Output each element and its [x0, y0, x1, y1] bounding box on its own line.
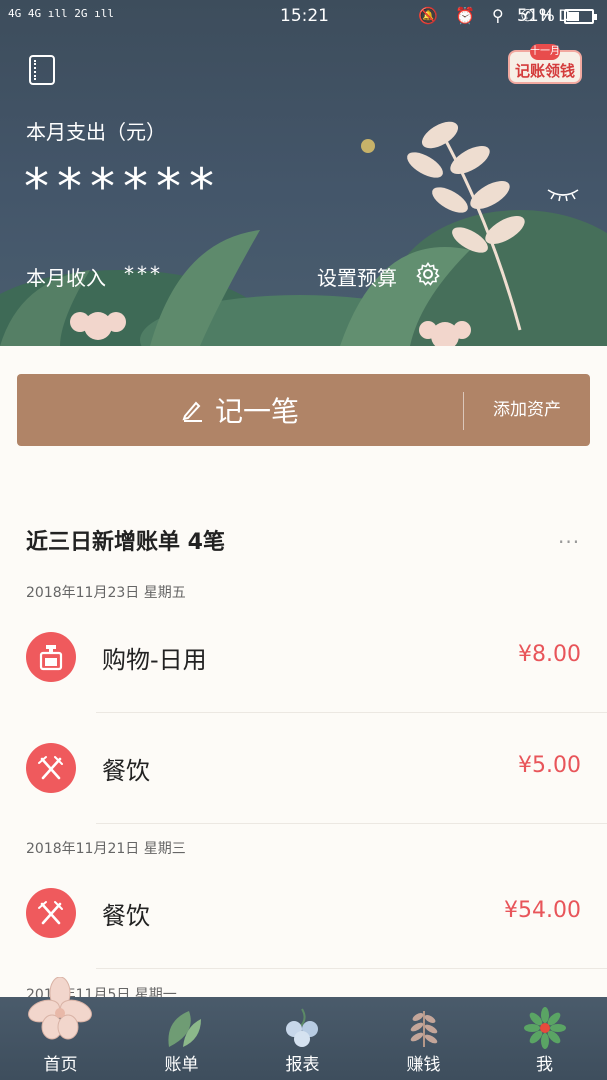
- promo-badge-label: 记账领钱: [514, 62, 575, 80]
- flower-icon: [28, 977, 92, 1040]
- bill-amount: ¥8.00: [518, 642, 581, 667]
- tab-label: 账单: [164, 1055, 199, 1075]
- record-entry-label: 记一笔: [214, 395, 299, 428]
- bill-row[interactable]: 餐饮 ¥5.00: [0, 713, 607, 824]
- status-bar: 4G 4G ıll 2G ıll 15:21 🔕 ⏰ ⚲ ✆HD 51%: [0, 0, 607, 34]
- month-income-value: ***: [124, 262, 163, 286]
- battery-icon: [564, 9, 597, 24]
- shopping-bottle-icon: [26, 632, 76, 682]
- tab-label: 赚钱: [406, 1055, 441, 1075]
- header: 4G 4G ıll 2G ıll 15:21 🔕 ⏰ ⚲ ✆HD 51% 十一月…: [0, 0, 607, 346]
- bill-amount: ¥5.00: [518, 753, 581, 778]
- more-icon[interactable]: ···: [558, 530, 580, 554]
- battery-fill: [567, 12, 579, 21]
- bill-row[interactable]: 购物-日用 ¥8.00: [0, 602, 607, 713]
- eye-closed-icon[interactable]: [546, 186, 580, 202]
- date-label: 2018年11月23日 星期五: [26, 585, 186, 601]
- recent-bills-title: 近三日新增账单 4笔: [26, 530, 225, 555]
- fork-knife-icon: [26, 743, 76, 793]
- bill-category: 餐饮: [102, 902, 150, 930]
- month-expense-value[interactable]: ******: [24, 162, 222, 212]
- tab-reports[interactable]: 报表: [242, 997, 363, 1080]
- add-asset-button[interactable]: 添加资产: [464, 374, 590, 446]
- tab-home[interactable]: 首页: [0, 977, 121, 1080]
- divider: [96, 823, 607, 824]
- month-income-label: 本月收入: [26, 266, 106, 290]
- notebook-icon[interactable]: [29, 55, 55, 85]
- record-bar: 记一笔 添加资产: [17, 374, 590, 446]
- tab-label: 我: [536, 1055, 553, 1075]
- pencil-icon: [182, 401, 202, 422]
- tab-me[interactable]: 我: [484, 997, 605, 1080]
- bill-category: 餐饮: [102, 757, 150, 785]
- network-signal: 4G 4G ıll 2G ıll: [8, 7, 114, 20]
- leaf-icon: [168, 1011, 201, 1047]
- divider: [96, 968, 607, 969]
- battery-percent: 51%: [517, 6, 555, 26]
- bill-amount: ¥54.00: [504, 898, 581, 923]
- tab-label: 首页: [43, 1055, 78, 1075]
- record-entry-button[interactable]: 记一笔: [17, 374, 463, 446]
- bill-row[interactable]: 餐饮 ¥54.00: [0, 858, 607, 969]
- promo-badge[interactable]: 十一月 记账领钱: [508, 44, 582, 86]
- date-label: 2018年11月21日 星期三: [26, 841, 186, 857]
- bill-category: 购物-日用: [102, 646, 207, 674]
- bellflower-icon: [286, 1008, 318, 1047]
- sprig-icon: [410, 1011, 438, 1047]
- set-budget-label[interactable]: 设置预算: [317, 262, 397, 291]
- tab-label: 报表: [285, 1055, 320, 1075]
- tab-earn[interactable]: 赚钱: [363, 997, 484, 1080]
- tab-bills[interactable]: 账单: [121, 997, 242, 1080]
- fork-knife-icon: [26, 888, 76, 938]
- gear-icon[interactable]: [416, 262, 440, 286]
- clock: 15:21: [280, 6, 329, 26]
- promo-badge-top: 十一月: [530, 44, 560, 60]
- month-expense-label: 本月支出（元）: [26, 120, 166, 144]
- tab-bar: 首页 账单 报表 赚钱 我: [0, 977, 607, 1080]
- daisy-icon: [524, 1007, 566, 1049]
